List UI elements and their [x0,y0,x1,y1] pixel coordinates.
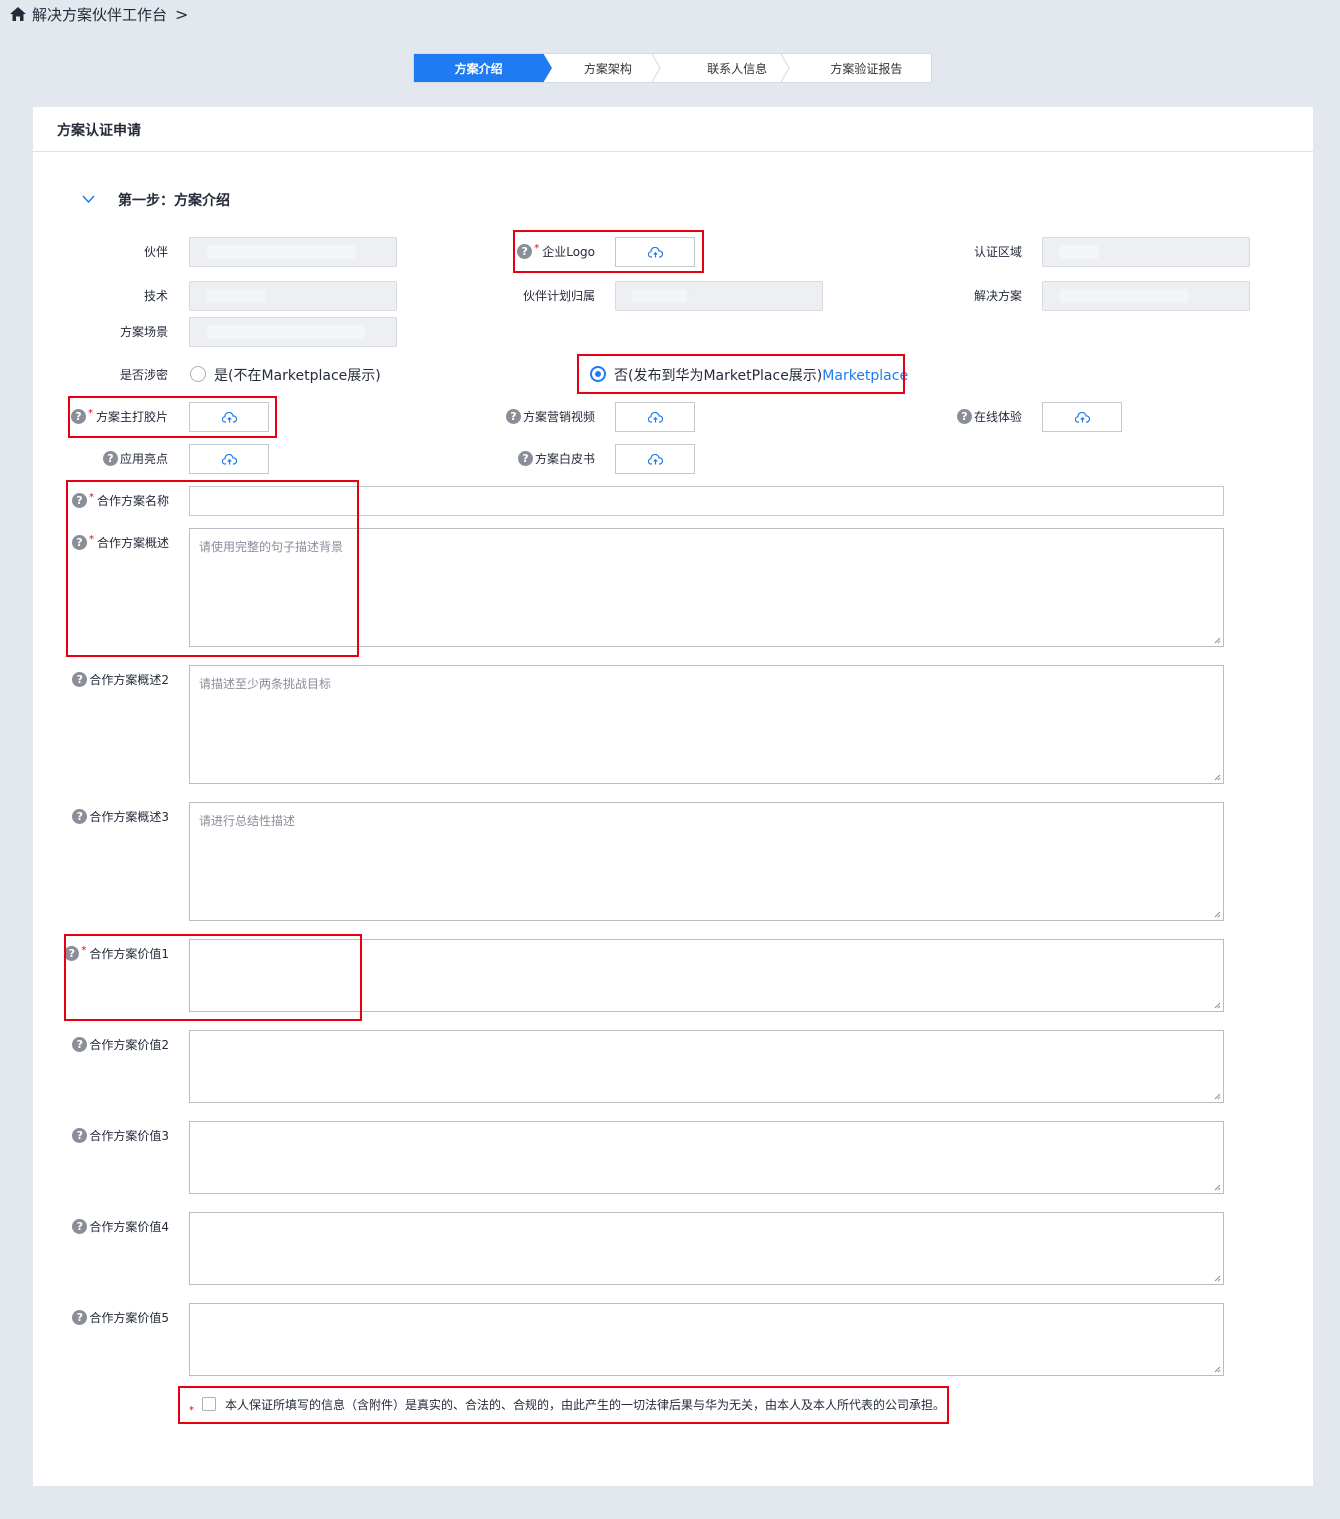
overview3-label: ? 合作方案概述3 [60,807,169,825]
plan-field [615,281,823,311]
question-circle-icon[interactable]: ? [517,450,533,466]
breadcrumb-title[interactable]: 解决方案伙伴工作台 [32,4,167,25]
value3-textarea[interactable] [189,1121,1224,1194]
resize-grip-icon[interactable] [1214,1366,1221,1373]
value2-textarea[interactable] [189,1030,1224,1103]
resize-grip-icon[interactable] [1214,1093,1221,1100]
region-label: 认证区域 [973,244,1022,259]
step-label: 方案介绍 [454,61,503,76]
highlights-label: ? 应用亮点 [60,449,168,467]
whitepaper-label: ? 方案白皮书 [480,449,595,467]
step-arrow [543,53,553,83]
step-label: 方案验证报告 [830,61,903,76]
marketing-video-label: ? 方案营销视频 [480,407,595,425]
partner-label: 伙伴 [143,244,168,259]
solution-field [1042,281,1250,311]
resize-grip-icon[interactable] [1214,637,1221,644]
question-circle-icon[interactable]: ? [72,1036,88,1052]
value5-textarea[interactable] [189,1303,1224,1376]
whitepaper-upload-button[interactable] [615,444,695,474]
highlight-slide [68,396,277,438]
scenario-label: 方案场景 [119,324,168,339]
secret-label: 是否涉密 [119,367,168,382]
chevron-down-icon[interactable] [82,194,95,204]
overview3-textarea[interactable]: 请进行总结性描述 [189,802,1224,921]
highlight-secret-option [577,354,905,394]
overview3-placeholder: 请进行总结性描述 [199,814,296,828]
value2-label: ? 合作方案价值2 [60,1035,169,1053]
resize-grip-icon[interactable] [1214,1002,1221,1009]
radio-yes-label[interactable]: 是(不在Marketplace展示) [214,365,381,385]
highlight-logo [513,230,704,273]
step-label: 方案架构 [583,61,632,76]
solution-label: 解决方案 [973,288,1022,303]
divider [33,151,1313,152]
cloud-upload-icon [647,411,663,423]
cloud-upload-icon [647,453,663,465]
resize-grip-icon[interactable] [1214,911,1221,918]
step-contact-info[interactable]: 联系人信息 [673,54,802,82]
step-verification-report[interactable]: 方案验证报告 [802,54,931,82]
step-label: 联系人信息 [707,61,768,76]
plan-label: 伙伴计划归属 [522,288,595,303]
tech-field [189,281,397,311]
resize-grip-icon[interactable] [1214,1275,1221,1282]
breadcrumb: 解决方案伙伴工作台 > [10,4,188,24]
question-circle-icon[interactable]: ? [102,450,118,466]
partner-field [189,237,397,267]
section-title: 第一步：方案介绍 [118,193,230,209]
overview2-textarea[interactable]: 请描述至少两条挑战目标 [189,665,1224,784]
online-exp-label: ? 在线体验 [920,407,1022,425]
value5-label: ? 合作方案价值5 [60,1308,169,1326]
step-solution-intro[interactable]: 方案介绍 [414,53,553,83]
radio-yes[interactable] [190,366,206,382]
region-field [1042,237,1250,267]
tech-label: 技术 [143,288,168,303]
wizard-stepper: 方案介绍 方案架构 联系人信息 方案验证报告 [413,53,932,83]
question-circle-icon[interactable]: ? [72,1309,88,1325]
card-title: 方案认证申请 [57,123,141,139]
overview2-label: ? 合作方案概述2 [60,670,169,688]
question-circle-icon[interactable]: ? [72,671,88,687]
online-exp-upload-button[interactable] [1042,402,1122,432]
scenario-field [189,317,397,347]
highlights-upload-button[interactable] [189,444,269,474]
marketing-video-upload-button[interactable] [615,402,695,432]
question-circle-icon[interactable]: ? [72,1127,88,1143]
home-icon[interactable] [10,7,26,21]
highlight-name-overview [66,480,359,657]
resize-grip-icon[interactable] [1214,774,1221,781]
cloud-upload-icon [221,453,237,465]
highlight-agreement [178,1386,949,1424]
highlight-value1 [64,934,362,1021]
question-circle-icon[interactable]: ? [505,408,521,424]
resize-grip-icon[interactable] [1214,1184,1221,1191]
value3-label: ? 合作方案价值3 [60,1126,169,1144]
question-circle-icon[interactable]: ? [72,1218,88,1234]
overview2-placeholder: 请描述至少两条挑战目标 [199,677,332,691]
breadcrumb-separator: > [175,4,189,24]
question-circle-icon[interactable]: ? [956,408,972,424]
value4-label: ? 合作方案价值4 [60,1217,169,1235]
step-solution-architecture[interactable]: 方案架构 [543,54,672,82]
cloud-upload-icon [1074,411,1090,423]
question-circle-icon[interactable]: ? [72,808,88,824]
value4-textarea[interactable] [189,1212,1224,1285]
